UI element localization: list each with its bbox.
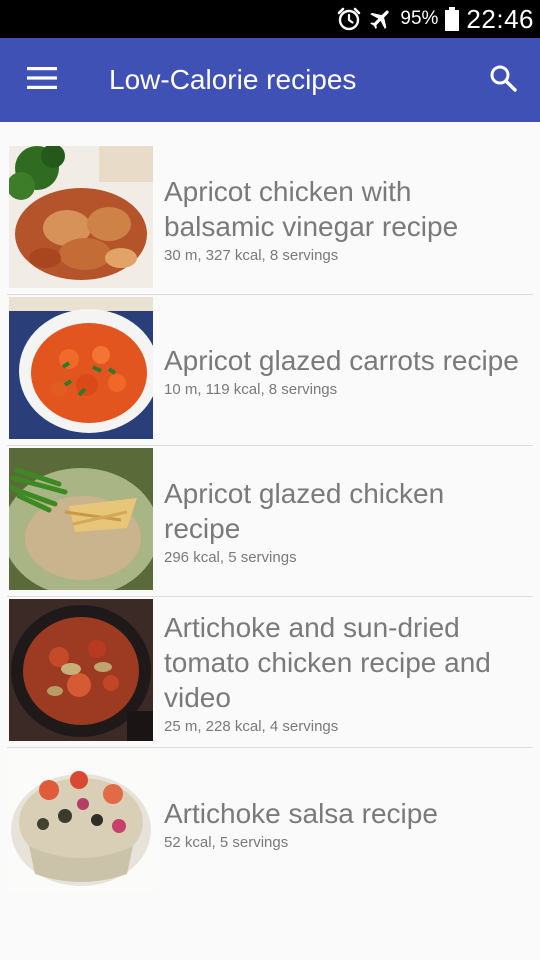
- menu-button[interactable]: [16, 58, 68, 102]
- recipe-info: Apricot glazed chicken recipe 296 kcal, …: [164, 446, 527, 596]
- recipe-list-item[interactable]: Artichoke salsa recipe 52 kcal, 5 servin…: [7, 748, 533, 898]
- app-bar: Low-Calorie recipes: [0, 38, 540, 122]
- recipe-meta: 25 m, 228 kcal, 4 servings: [164, 717, 339, 735]
- recipe-title: Apricot glazed chicken recipe: [164, 478, 445, 544]
- battery-icon: [444, 6, 460, 32]
- recipe-thumbnail: [9, 146, 153, 288]
- recipe-title: Artichoke and sun-dried tomato chicken r…: [164, 611, 491, 713]
- recipe-title: Artichoke salsa recipe: [164, 797, 438, 829]
- recipe-list-item[interactable]: Apricot chicken with balsamic vinegar re…: [7, 144, 533, 295]
- hamburger-menu-icon: [27, 66, 57, 94]
- recipe-meta: 30 m, 327 kcal, 8 servings: [164, 247, 339, 264]
- recipe-meta: 52 kcal, 5 servings: [164, 833, 289, 851]
- alarm-clock-icon: [336, 6, 362, 32]
- page-title: Low-Calorie recipes: [109, 64, 357, 95]
- recipe-meta: 10 m, 119 kcal, 8 servings: [164, 380, 338, 398]
- recipe-info: Artichoke and sun-dried tomato chicken r…: [164, 597, 527, 747]
- recipe-thumbnail: [9, 448, 153, 590]
- recipe-list-item[interactable]: Artichoke and sun-dried tomato chicken r…: [7, 597, 533, 748]
- status-bar: 95% 22:46: [0, 0, 540, 38]
- recipe-thumbnail: [9, 750, 153, 892]
- recipe-meta: 296 kcal, 5 servings: [164, 549, 297, 566]
- recipe-list-item[interactable]: Apricot glazed chicken recipe 296 kcal, …: [7, 446, 533, 597]
- recipe-thumbnail: [9, 599, 153, 741]
- recipe-thumbnail: [9, 297, 153, 439]
- search-button[interactable]: [480, 58, 526, 102]
- status-icons: 95% 22:46: [336, 0, 534, 38]
- recipe-info: Apricot chicken with balsamic vinegar re…: [164, 144, 527, 294]
- search-icon: [489, 64, 517, 97]
- battery-percent: 95%: [400, 8, 439, 29]
- recipe-title: Apricot chicken with balsamic vinegar re…: [164, 176, 459, 242]
- recipe-list: Apricot chicken with balsamic vinegar re…: [0, 144, 540, 898]
- recipe-info: Apricot glazed carrots recipe 10 m, 119 …: [164, 295, 527, 445]
- recipe-info: Artichoke salsa recipe 52 kcal, 5 servin…: [164, 748, 527, 898]
- recipe-list-item[interactable]: Apricot glazed carrots recipe 10 m, 119 …: [7, 295, 533, 446]
- recipe-title: Apricot glazed carrots recipe: [164, 344, 519, 376]
- clock: 22:46: [466, 3, 534, 34]
- airplane-mode-icon: [368, 6, 394, 32]
